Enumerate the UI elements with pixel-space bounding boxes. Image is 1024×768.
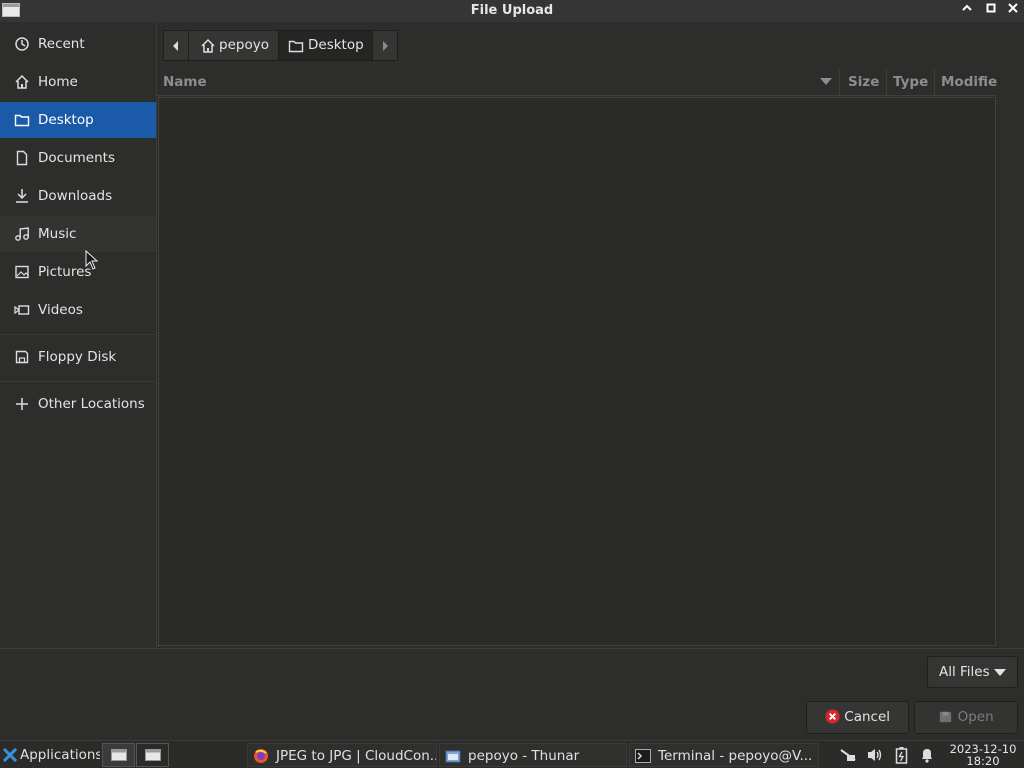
sort-descending-icon [820,78,832,85]
folder-icon [14,114,30,127]
sidebar-item-floppy-disk[interactable]: Floppy Disk [0,339,156,375]
restore-button[interactable] [982,2,1000,20]
home-icon [201,38,215,53]
window-title: File Upload [470,3,554,18]
power-status[interactable] [893,743,911,767]
sidebar-item-label: Home [38,74,78,90]
divider [0,648,1024,649]
sidebar-item-label: Music [38,226,77,242]
volume-control[interactable] [865,743,885,767]
filter-label: All Files [939,664,990,680]
file-manager-icon [445,750,461,763]
task-terminal[interactable]: Terminal - pepoyo@V... [629,743,819,767]
sidebar-item-home[interactable]: Home [0,64,156,100]
cancel-label: Cancel [844,709,891,725]
xfce-logo-icon [3,748,17,762]
sidebar-item-label: Floppy Disk [38,349,117,365]
bell-icon [922,749,932,763]
mouse-cursor-icon [85,250,99,270]
file-list: Name Size Type Modifie [157,70,997,647]
sidebar-item-recent[interactable]: Recent [0,26,156,62]
volume-icon [868,749,882,761]
notifications[interactable] [918,743,936,767]
column-header-modified[interactable]: Modifie [935,70,997,95]
path-crumb-label: Desktop [308,37,364,53]
network-status[interactable] [838,743,858,767]
workspace-2[interactable] [136,743,169,767]
sidebar-item-downloads[interactable]: Downloads [0,178,156,214]
column-header-name[interactable]: Name [157,70,840,95]
taskbar: Applications ⋮ JPEG to JPG | CloudCon...… [0,740,1024,768]
path-crumb-label: pepoyo [219,37,269,53]
task-firefox[interactable]: JPEG to JPG | CloudCon... [247,743,437,767]
sidebar-item-label: Other Locations [38,396,145,412]
home-icon [15,74,29,89]
open-button[interactable]: Open [914,701,1018,734]
title-bar: File Upload [0,0,1024,22]
path-forward-button[interactable] [372,30,398,61]
folder-icon [288,40,304,53]
places-sidebar: Recent Home Desktop Documents Downloads … [0,22,156,648]
cancel-button[interactable]: Cancel [806,701,909,734]
network-offline-icon [840,749,856,761]
sidebar-item-label: Downloads [38,188,113,204]
sidebar-item-music[interactable]: Music [0,216,156,252]
file-type-filter[interactable]: All Files [927,656,1018,688]
path-crumb-home[interactable]: pepoyo [188,30,279,61]
battery-icon [895,747,908,764]
sidebar-item-label: Documents [38,150,115,166]
video-icon [14,305,30,315]
open-file-icon [940,711,952,723]
close-button[interactable] [1004,2,1022,20]
clock-time: 18:20 [966,754,1000,768]
file-list-header: Name Size Type Modifie [157,70,997,96]
sidebar-item-label: Videos [38,302,83,318]
clock-icon [15,37,29,51]
chevron-left-icon [173,41,178,51]
cancel-icon [825,709,840,724]
task-thunar[interactable]: pepoyo - Thunar [439,743,627,767]
chevron-right-icon [383,41,388,51]
sidebar-item-label: Pictures [38,264,92,280]
open-label: Open [957,709,994,725]
path-back-button[interactable] [163,30,189,61]
close-icon [1008,3,1018,13]
sidebar-item-desktop[interactable]: Desktop [0,102,156,138]
column-header-size[interactable]: Size [842,70,887,95]
column-header-type[interactable]: Type [887,70,935,95]
sidebar-item-label: Recent [38,36,85,52]
sidebar-item-documents[interactable]: Documents [0,140,156,176]
firefox-icon [254,749,268,763]
sidebar-item-videos[interactable]: Videos [0,292,156,328]
sidebar-divider [0,381,156,382]
picture-icon [15,265,29,279]
document-icon [16,150,28,166]
sidebar-item-other-locations[interactable]: Other Locations [0,386,156,422]
chevron-up-icon [962,4,972,11]
window-icon [111,749,127,761]
sidebar-item-pictures[interactable]: Pictures [0,254,156,290]
clock[interactable]: 2023-12-10 18:20 [947,743,1019,767]
sidebar-item-label: Desktop [38,112,94,128]
floppy-icon [15,350,29,364]
file-list-area[interactable] [158,97,996,646]
applications-menu[interactable]: Applications [2,743,100,767]
restore-icon [986,3,996,13]
maximize-up-button[interactable] [958,2,976,20]
path-crumb-desktop[interactable]: Desktop [278,30,373,61]
workspace-1[interactable] [102,743,135,767]
taskbar-handle: ⋮ [240,743,244,767]
music-icon [15,227,29,241]
scrollbar[interactable] [997,96,1024,648]
chevron-down-icon [994,669,1006,676]
window-icon [145,749,161,761]
plus-icon [16,398,28,410]
sidebar-divider [0,334,156,335]
terminal-icon [635,749,651,763]
download-icon [16,189,28,203]
